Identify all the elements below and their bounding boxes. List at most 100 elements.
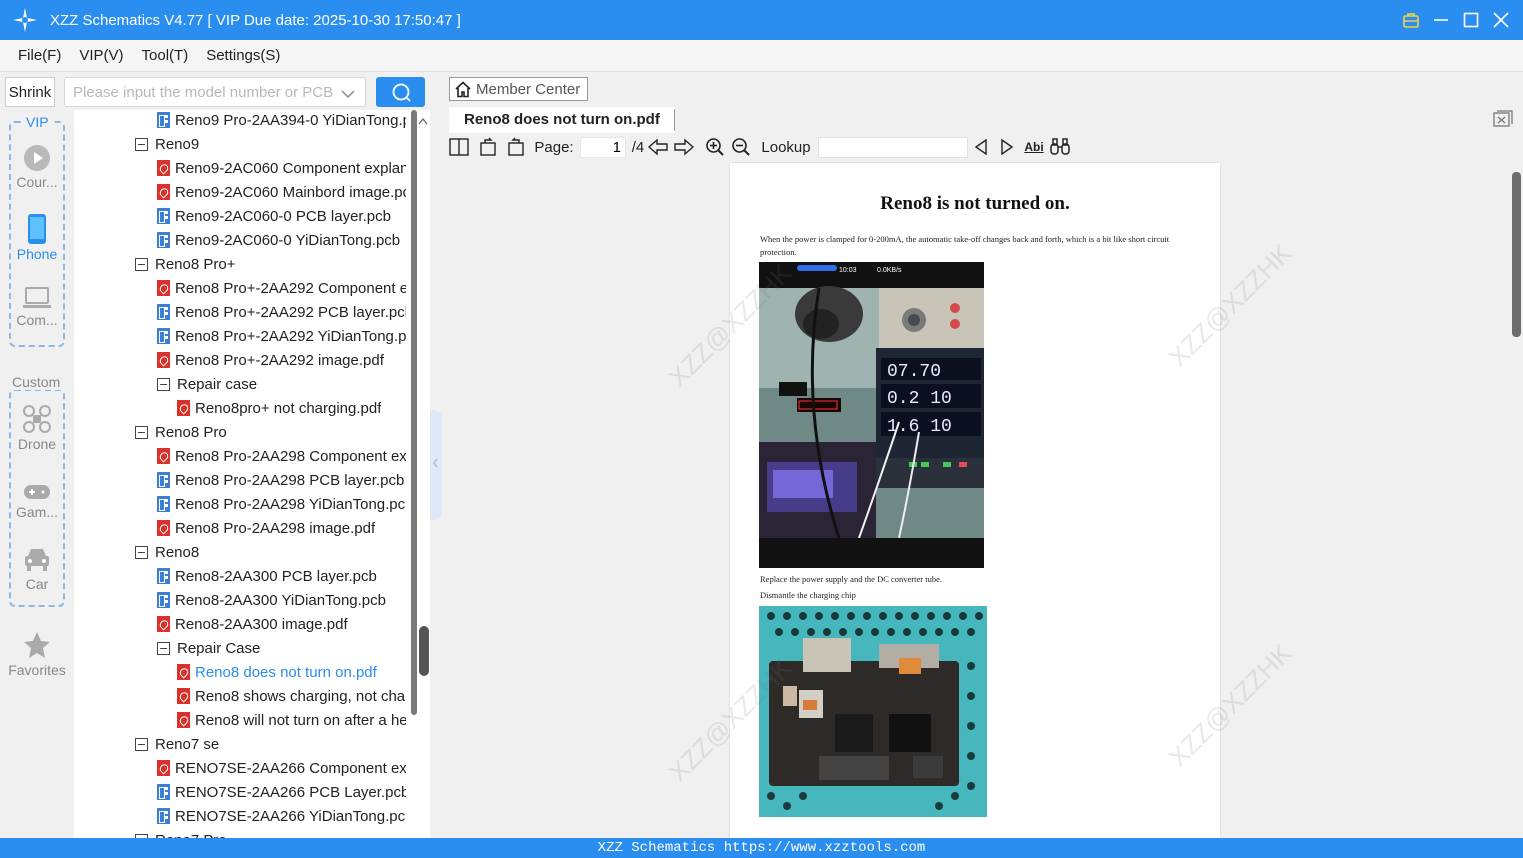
tree-file[interactable]: Reno8 does not turn on.pdf — [177, 660, 406, 684]
category-computer[interactable]: Com... — [0, 286, 74, 328]
menu-settings[interactable]: Settings(S) — [206, 47, 280, 64]
category-game[interactable]: Gam... — [0, 482, 74, 520]
model-search-field[interactable] — [64, 77, 366, 107]
minimize-button[interactable] — [1431, 10, 1451, 30]
zoom-out-button[interactable] — [731, 137, 751, 157]
close-tab-button[interactable] — [1493, 110, 1513, 128]
favorites-button[interactable]: Favorites — [0, 630, 74, 678]
model-search-input[interactable] — [73, 83, 333, 101]
match-case-button[interactable]: Abi — [1023, 137, 1045, 157]
tree-file[interactable]: RENO7SE-2AA266 Component explanation.pdf — [157, 756, 406, 780]
tree-folder[interactable]: Reno9 — [135, 132, 406, 156]
collapse-panel-handle[interactable] — [430, 410, 442, 520]
shrink-button[interactable]: Shrink — [5, 77, 55, 107]
menu-vip[interactable]: VIP(V) — [79, 47, 123, 64]
collapse-toggle-icon[interactable] — [135, 737, 148, 751]
tree-item-label: Reno9-2AC060 Mainbord image.pdf — [175, 183, 406, 201]
tree-file[interactable]: Reno8 Pro+-2AA292 image.pdf — [157, 348, 406, 372]
tree-item-label: Reno8 Pro+-2AA292 PCB layer.pcb — [175, 303, 406, 321]
rotate-right-button[interactable] — [505, 137, 525, 157]
tree-file[interactable]: Reno8 Pro-2AA298 PCB layer.pcb — [157, 468, 406, 492]
tree-file[interactable]: Reno8 Pro-2AA298 image.pdf — [157, 516, 406, 540]
category-car[interactable]: Car — [0, 546, 74, 592]
collapse-toggle-icon[interactable] — [157, 377, 170, 391]
tree-folder[interactable]: Reno7 Pro — [135, 828, 406, 838]
page-number-input[interactable] — [580, 137, 626, 158]
tree-file[interactable]: Reno9-2AC060-0 PCB layer.pcb — [157, 204, 406, 228]
tree-file[interactable]: Reno9-2AC060 Mainbord image.pdf — [157, 180, 406, 204]
find-next-button[interactable] — [998, 137, 1016, 157]
document-scrollbar-thumb[interactable] — [1512, 172, 1521, 337]
tree-file[interactable]: RENO7SE-2AA266 YiDianTong.pcb — [157, 804, 406, 828]
tree-scrollbar-thumb[interactable] — [411, 110, 417, 715]
tree-file[interactable]: Reno8-2AA300 PCB layer.pcb — [157, 564, 406, 588]
next-page-button[interactable] — [674, 137, 694, 157]
pcb-file-icon — [157, 232, 170, 248]
menu-tool[interactable]: Tool(T) — [142, 47, 189, 64]
lookup-input[interactable] — [818, 137, 968, 158]
document-tab[interactable]: Reno8 does not turn on.pdf — [449, 107, 675, 133]
tree-item-label: Reno8-2AA300 PCB layer.pcb — [175, 567, 377, 585]
category-label: Cour... — [16, 174, 58, 190]
triangle-right-icon — [1001, 139, 1014, 155]
close-window-icon — [1493, 110, 1513, 127]
tree-file[interactable]: Reno8pro+ not charging.pdf — [177, 396, 406, 420]
caption-replace-power-supply: Replace the power supply and the DC conv… — [760, 574, 942, 584]
zoom-in-button[interactable] — [705, 137, 725, 157]
collapse-toggle-icon[interactable] — [135, 257, 148, 271]
tree-scroll-handle[interactable] — [419, 626, 429, 676]
tree-item-label: Reno8 Pro+-2AA292 image.pdf — [175, 351, 384, 369]
pdf-file-icon — [157, 352, 170, 368]
find-all-button[interactable] — [1050, 137, 1070, 157]
tree-file[interactable]: RENO7SE-2AA266 PCB Layer.pcb — [157, 780, 406, 804]
collapse-toggle-icon[interactable] — [135, 545, 148, 559]
tree-file[interactable]: Reno8 Pro+-2AA292 YiDianTong.pcb — [157, 324, 406, 348]
tree-file[interactable]: Reno8 will not turn on after a heavy dro… — [177, 708, 406, 732]
tree-file[interactable]: Reno8 Pro+-2AA292 Component explanation.… — [157, 276, 406, 300]
tree-item-label: Reno8 Pro — [155, 423, 227, 441]
collapse-toggle-icon[interactable] — [135, 137, 148, 151]
rotate-left-button[interactable] — [479, 137, 499, 157]
search-button[interactable] — [376, 77, 425, 107]
close-button[interactable] — [1491, 10, 1511, 30]
tree-item-label: Reno8 shows charging, not charging.pdf — [195, 687, 406, 705]
maximize-button[interactable] — [1461, 10, 1481, 30]
tree-folder[interactable]: Repair case — [157, 372, 406, 396]
tree-file[interactable]: Reno9-2AC060-0 YiDianTong.pcb — [157, 228, 406, 252]
pcb-file-icon — [157, 568, 170, 584]
page-label: Page: — [534, 138, 574, 156]
tree-file[interactable]: Reno8-2AA300 YiDianTong.pcb — [157, 588, 406, 612]
member-center-button[interactable]: Member Center — [449, 77, 588, 101]
tree-folder[interactable]: Reno8 Pro+ — [135, 252, 406, 276]
find-previous-button[interactable] — [972, 137, 990, 157]
tree-file[interactable]: Reno8 shows charging, not charging.pdf — [177, 684, 406, 708]
scroll-up-arrow-icon[interactable] — [418, 112, 428, 130]
tree-folder[interactable]: Reno8 Pro — [135, 420, 406, 444]
toggle-sidebar-button[interactable] — [449, 137, 469, 157]
tree-folder[interactable]: Repair Case — [157, 636, 406, 660]
tree-file[interactable]: Reno8 Pro-2AA298 Component explanation.p… — [157, 444, 406, 468]
tree-folder[interactable]: Reno7 se — [135, 732, 406, 756]
tree-file[interactable]: Reno9-2AC060 Component explanation.pdf — [157, 156, 406, 180]
collapse-toggle-icon[interactable] — [135, 425, 148, 439]
pdf-file-icon — [177, 688, 190, 704]
previous-page-button[interactable] — [648, 137, 668, 157]
menu-file[interactable]: File(F) — [18, 47, 61, 64]
photo-power-supply: 10:03 0.0KB/s 07.70 0.2 10 1.6 10 — [759, 262, 984, 568]
tree-file[interactable]: Reno8 Pro+-2AA292 PCB layer.pcb — [157, 300, 406, 324]
category-phone[interactable]: Phone — [0, 214, 74, 262]
vip-group-label: VIP — [24, 114, 51, 130]
tree-folder[interactable]: Reno8 — [135, 540, 406, 564]
tree-file[interactable]: Reno9 Pro-2AA394-0 YiDianTong.pcb — [157, 110, 406, 132]
tree-file[interactable]: Reno8-2AA300 image.pdf — [157, 612, 406, 636]
collapse-toggle-icon[interactable] — [157, 641, 170, 655]
category-course[interactable]: Cour... — [0, 144, 74, 190]
app-logo-icon — [12, 7, 38, 33]
tree-file[interactable]: Reno8 Pro-2AA298 YiDianTong.pcb — [157, 492, 406, 516]
chevron-down-icon[interactable] — [341, 86, 355, 104]
vip-bag-icon[interactable] — [1401, 10, 1421, 30]
custom-group-label: Custom — [10, 374, 63, 390]
category-drone[interactable]: Drone — [0, 404, 74, 452]
tree-item-label: Reno9-2AC060 Component explanation.pdf — [175, 159, 406, 177]
tree-scrollbar[interactable] — [406, 110, 430, 838]
